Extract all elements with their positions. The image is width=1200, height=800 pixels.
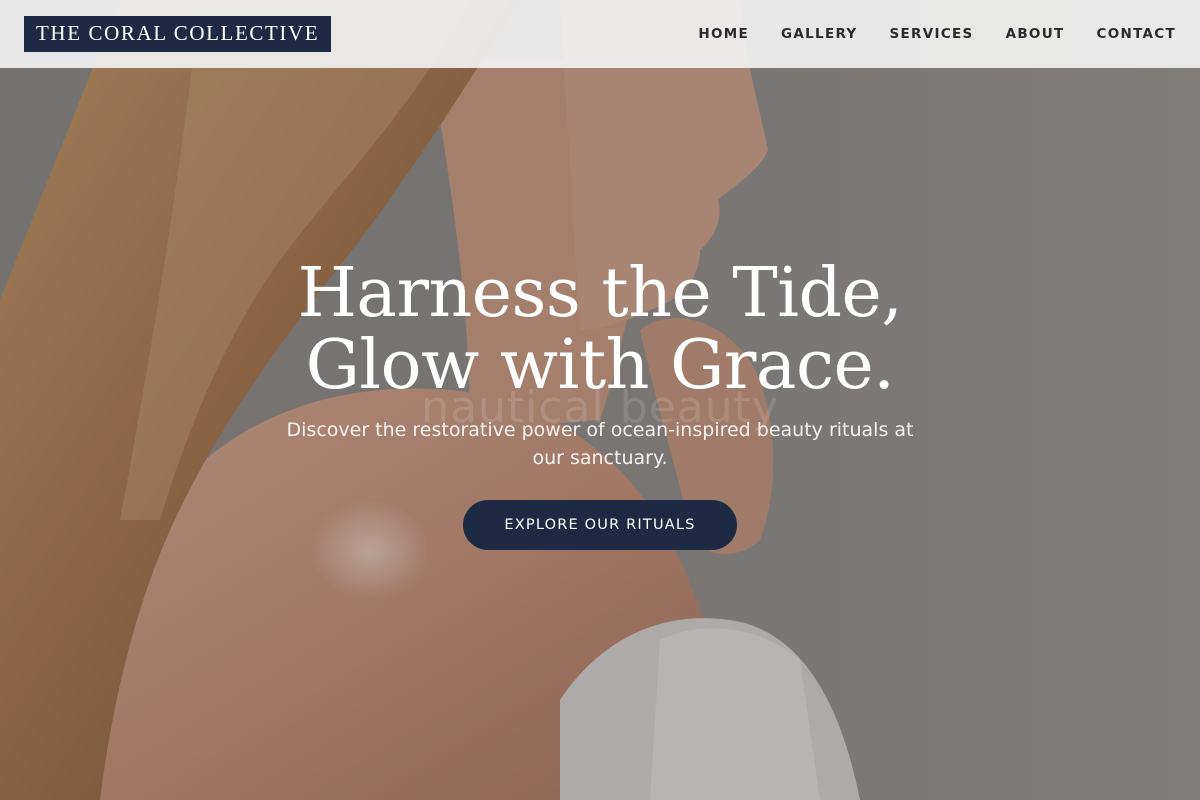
main-navigation: HOME GALLERY SERVICES ABOUT CONTACT — [698, 26, 1176, 42]
hero-title-line-1: Harness the Tide, — [297, 254, 903, 333]
explore-rituals-button[interactable]: EXPLORE OUR RITUALS — [463, 500, 737, 550]
nav-link-home[interactable]: HOME — [698, 26, 749, 42]
hero-section: Harness the Tide, Glow with Grace. Disco… — [0, 258, 1200, 550]
nav-link-contact[interactable]: CONTACT — [1096, 26, 1176, 42]
nav-link-about[interactable]: ABOUT — [1006, 26, 1065, 42]
page: nautical beauty THE CORAL COLLECTIVE HOM… — [0, 0, 1200, 800]
hero-subtitle: Discover the restorative power of ocean-… — [286, 419, 914, 469]
site-header: THE CORAL COLLECTIVE HOME GALLERY SERVIC… — [0, 0, 1200, 68]
nav-link-gallery[interactable]: GALLERY — [781, 26, 858, 42]
site-logo[interactable]: THE CORAL COLLECTIVE — [24, 16, 332, 52]
hero-title-line-2: Glow with Grace. — [305, 326, 895, 405]
hero-title: Harness the Tide, Glow with Grace. — [0, 258, 1200, 402]
nav-link-services[interactable]: SERVICES — [890, 26, 974, 42]
